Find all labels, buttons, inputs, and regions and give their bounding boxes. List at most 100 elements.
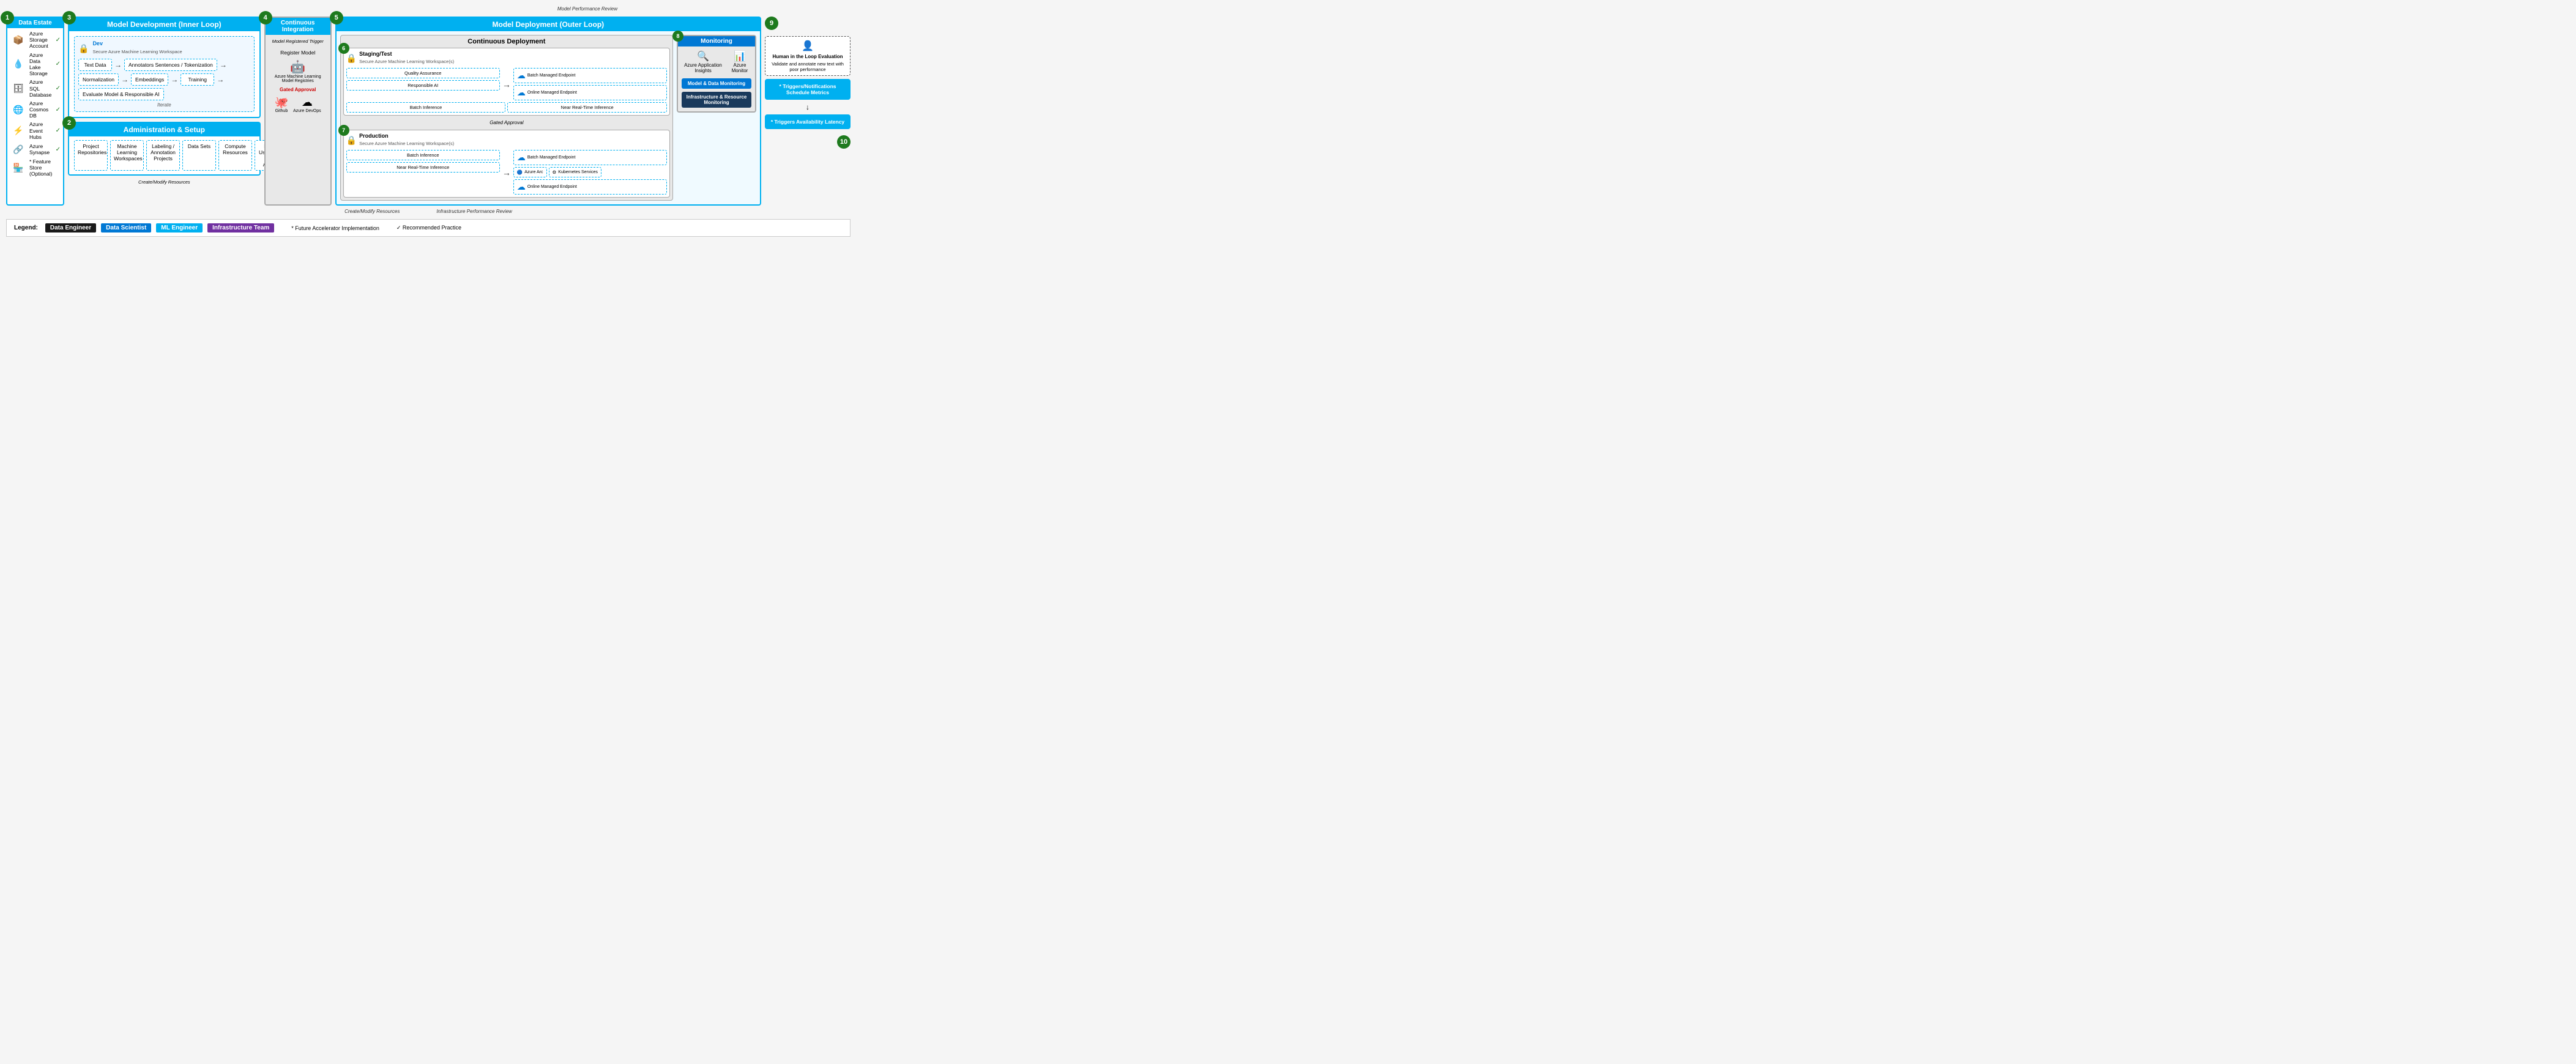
check-icon: ✓: [56, 146, 61, 153]
batch-infer-prod: Batch Inference: [346, 150, 500, 160]
datalake-icon: 💧: [10, 58, 27, 71]
model-registered-trigger: Model Registered Trigger: [272, 39, 324, 44]
online-endpoint-prod: ☁ Online Managed Endpoint: [513, 179, 667, 195]
badge-ml: ML Engineer: [156, 223, 203, 233]
app-insights-icon: 🔍: [682, 50, 724, 62]
arc-text: Azure Arc: [524, 170, 543, 174]
aml-icon: 🤖 Azure Machine Learning Model Registrie…: [269, 59, 327, 83]
arrow-icon: →: [121, 75, 128, 84]
staging-row: 6 🔒 Staging/Test Secure Azure Machine Le…: [343, 48, 670, 116]
synapse-icon: 🔗: [10, 143, 27, 156]
pipeline-box-textdata: Text Data: [78, 59, 112, 71]
monitor-label: Azure Monitor: [728, 62, 751, 73]
model-dev-header: Model Development (Inner Loop): [69, 18, 259, 31]
eventhubs-icon: ⚡: [10, 124, 27, 138]
pipeline-box-eval: Evaluate Model & Responsible AI: [78, 88, 164, 100]
arc-icon: 🔵: [517, 169, 523, 175]
recommended-note: ✓ Recommended Practice: [396, 225, 461, 231]
footer-legend: Legend: Data Engineer Data Scientist ML …: [6, 219, 851, 237]
list-item: 💧 Azure Data Lake Storage ✓: [10, 52, 61, 77]
ci-tool-github: 🐙 Github: [275, 96, 288, 113]
triggers-box-1: * Triggers/Notifications Schedule Metric…: [765, 79, 851, 100]
ci-tools: 🐙 Github ☁ Azure DevOps: [275, 96, 321, 113]
staging-workspace: Secure Azure Machine Learning Workspace(…: [359, 59, 454, 64]
admin-item-labeling: Labeling / Annotation Projects: [146, 140, 180, 171]
admin-header: Administration & Setup: [69, 123, 259, 136]
responsible-ai-box: Responsible AI: [346, 80, 500, 91]
number-4: 4: [259, 11, 272, 24]
gated-approval-ci: Gated Approval: [280, 87, 316, 92]
model-data-mon-box: Model & Data Monitoring: [682, 78, 751, 89]
human-loop-box: 👤 Human in the Loop Evaluation Validate …: [765, 36, 851, 76]
list-item: 📦 Azure Storage Account ✓: [10, 31, 61, 50]
storage-icon: 📦: [10, 33, 27, 47]
synapse-text: Azure Synapse: [29, 143, 53, 155]
quality-assurance-box: Quality Assurance: [346, 68, 500, 78]
ci-tool-devops: ☁ Azure DevOps: [293, 96, 321, 113]
create-modify-label: Create/Modify Resources: [138, 179, 190, 185]
prod-left: Batch Inference Near Real-Time Inference: [346, 150, 500, 173]
outer-right: 8 Monitoring 🔍 Azure Application Insight…: [677, 35, 756, 201]
online-inference-staging: ☁ Online Managed Endpoint: [513, 85, 667, 100]
number-6: 6: [338, 43, 349, 54]
online-ep-text: Online Managed Endpoint: [527, 185, 577, 189]
batch-endpoint-prod: ☁ Batch Managed Endpoint: [513, 150, 667, 165]
arrow-staging: →: [502, 80, 511, 89]
admin-item-datasets: Data Sets: [182, 140, 216, 171]
prod-right: ☁ Batch Managed Endpoint 🔵 Azure Arc: [513, 150, 667, 195]
cloud-icon: ☁: [517, 182, 526, 192]
outer-loop-header: Model Deployment (Outer Loop): [337, 18, 760, 31]
k8s-icon: ⚙: [553, 169, 557, 175]
triggers-text-1: * Triggers/Notifications Schedule Metric…: [769, 83, 846, 95]
outer-loop-panel: 5 Model Deployment (Outer Loop) Continuo…: [335, 17, 761, 206]
down-arrow: ↓: [765, 103, 851, 111]
model-dev-body: 🔒 Dev Secure Azure Machine Learning Work…: [69, 31, 259, 117]
eventhubs-text: Azure Event Hubs: [29, 121, 53, 140]
azure-monitor-tool: 📊 Azure Monitor: [728, 50, 751, 73]
batch-infer-label: Batch Inference: [346, 102, 506, 113]
batch-endpoint-label: Batch Managed Endpoint: [527, 73, 576, 78]
list-item: 🌐 Azure Cosmos DB ✓: [10, 100, 61, 119]
github-label: Github: [275, 109, 288, 113]
datalake-text: Azure Data Lake Storage: [29, 52, 53, 77]
featurestore-icon: 🏪: [10, 161, 27, 174]
staging-right: ☁ Batch Managed Endpoint ☁ Online Manage…: [513, 68, 667, 100]
create-modify-bottom: Create/Modify Resources: [344, 209, 400, 214]
k8s-text: Kubernetes Services: [558, 170, 598, 174]
list-item: 🗄 Azure SQL Database ✓: [10, 79, 61, 98]
sql-text: Azure SQL Database: [29, 79, 53, 98]
monitoring-header: Monitoring: [678, 36, 755, 47]
devops-icon: ☁: [293, 96, 321, 109]
list-item: ⚡ Azure Event Hubs ✓: [10, 121, 61, 140]
staging-title: Staging/Test: [359, 51, 454, 57]
check-icon: ✓: [56, 61, 61, 67]
diagram: 1 Data Estate 📦 Azure Storage Account ✓ …: [6, 17, 851, 206]
main-container: Model Performance Review 1 Data Estate 📦…: [0, 0, 857, 243]
human-icon: 👤: [769, 40, 847, 52]
workspace-icon: 🔒: [78, 43, 89, 54]
prod-inner: Batch Inference Near Real-Time Inference…: [346, 150, 667, 195]
github-icon: 🐙: [275, 96, 288, 109]
future-note: * Future Accelerator Implementation: [291, 225, 379, 231]
admin-item-ml: Machine Learning Workspaces: [110, 140, 144, 171]
cloud-icon: ☁: [517, 87, 526, 98]
batch-ep-text: Batch Managed Endpoint: [527, 155, 576, 160]
cd-header: Continuous Deployment: [343, 38, 670, 45]
batch-inference-staging: ☁ Batch Managed Endpoint: [513, 68, 667, 83]
list-item: 🔗 Azure Synapse ✓: [10, 143, 61, 156]
arrow-icon: →: [114, 61, 122, 69]
production-row: 7 🔒 Production Secure Azure Machine Lear…: [343, 130, 670, 198]
staging-inner: Quality Assurance Responsible AI → ☁ Bat…: [346, 68, 667, 100]
middle-col: 3 Model Development (Inner Loop) 🔒 Dev S…: [68, 17, 261, 206]
near-realtime-label: Near Real-Time Inference: [507, 102, 667, 113]
pipeline-flow: Text Data → Annotators Sentences / Token…: [78, 59, 250, 100]
gated-approval-outer: Gated Approval: [343, 118, 670, 127]
staging-icon: 🔒: [346, 53, 357, 64]
admin-panel: 2 Administration & Setup Project Reposit…: [68, 122, 261, 176]
infra-performance-label: Infrastructure Performance Review: [436, 209, 512, 214]
cd-rows: 6 🔒 Staging/Test Secure Azure Machine Le…: [343, 48, 670, 198]
data-estate-items: 📦 Azure Storage Account ✓ 💧 Azure Data L…: [7, 28, 63, 180]
admin-item-repos: Project Repositories: [74, 140, 108, 171]
azure-arc-box: 🔵 Azure Arc: [513, 167, 547, 177]
app-insights-label: Azure Application Insights: [682, 62, 724, 73]
